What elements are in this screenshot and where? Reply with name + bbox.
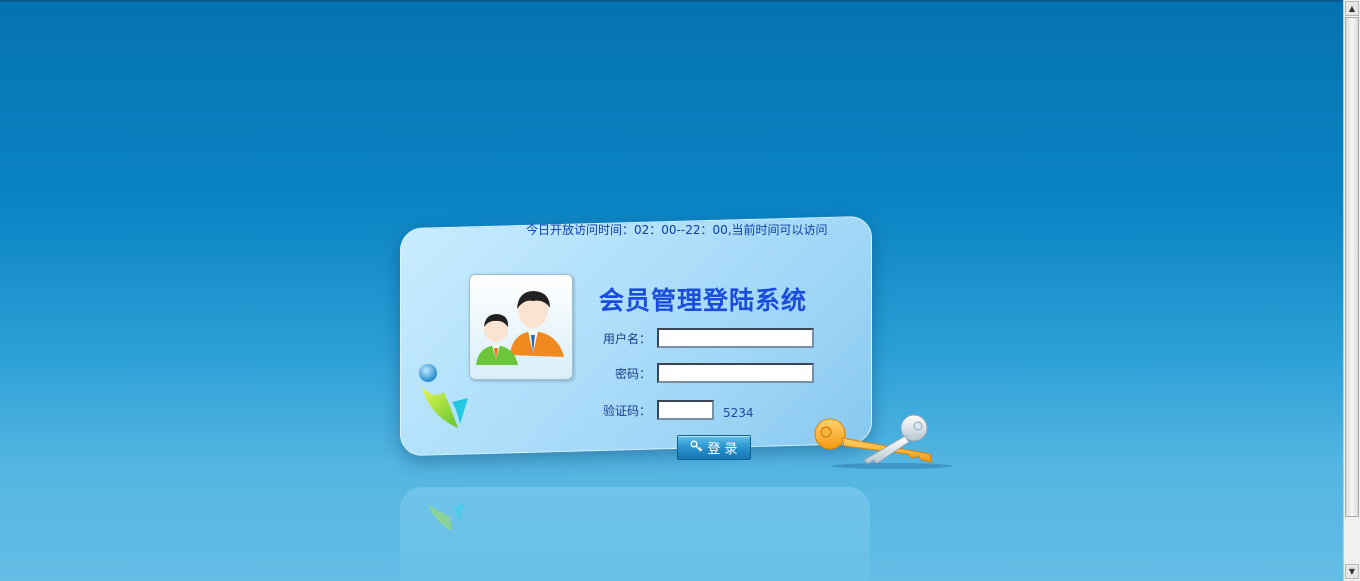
vertical-scrollbar[interactable]: ▲ ▼ (1343, 0, 1360, 581)
logo-reflection-icon (428, 503, 464, 531)
username-input[interactable] (657, 328, 814, 348)
scroll-up-icon[interactable]: ▲ (1345, 1, 1359, 16)
page-background: 今日开放访问时间：02：00--22：00,当前时间可以访问 会员管理登陆系统 … (0, 0, 1343, 581)
captcha-code: 5234 (723, 406, 754, 420)
scroll-down-icon[interactable]: ▼ (1345, 564, 1359, 579)
login-button[interactable]: 登 录 (677, 435, 751, 460)
username-label: 用户名： (603, 332, 652, 346)
keys-icon (814, 414, 952, 469)
access-time-notice: 今日开放访问时间：02：00--22：00,当前时间可以访问 (526, 223, 828, 237)
scrollbar-thumb[interactable] (1345, 17, 1359, 517)
password-label: 密码： (615, 367, 652, 381)
users-avatar-icon (476, 291, 564, 365)
card-reflection (400, 487, 870, 581)
login-button-label: 登 录 (707, 442, 738, 457)
captcha-label: 验证码： (603, 404, 652, 418)
password-input[interactable] (657, 363, 814, 383)
avatar (469, 274, 573, 380)
captcha-input[interactable] (657, 400, 714, 420)
brand-logo-icon (419, 364, 468, 428)
key-icon (690, 440, 703, 456)
page-title: 会员管理登陆系统 (599, 286, 808, 315)
